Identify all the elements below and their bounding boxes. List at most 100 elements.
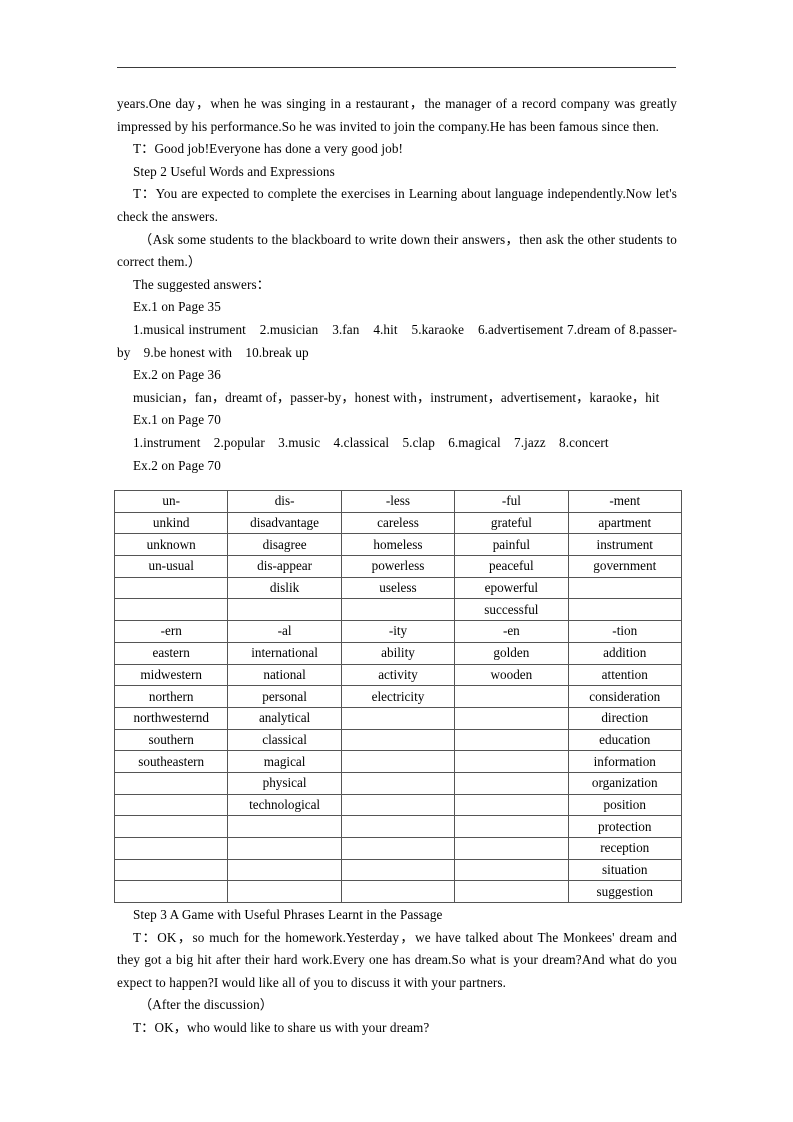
table-cell: -tion bbox=[567, 620, 682, 643]
table-cell: consideration bbox=[567, 685, 682, 708]
table-cell bbox=[113, 771, 229, 795]
table-cell: -en bbox=[454, 620, 569, 643]
table-cell: classical bbox=[227, 728, 342, 752]
table-cell: national bbox=[227, 663, 342, 687]
paragraph-teacher-good-job: T：Good job!Everyone has done a very good… bbox=[133, 141, 404, 157]
table-cell: golden bbox=[454, 641, 569, 665]
table-cell: dis- bbox=[227, 490, 342, 513]
word-formation-table: un-dis- -less -ful -ment unkind disadvantage c… bbox=[113, 490, 682, 904]
table-cell: addition bbox=[567, 641, 682, 665]
table-cell: instrument bbox=[567, 533, 682, 557]
table-cell bbox=[340, 793, 456, 817]
table-cell bbox=[113, 858, 229, 882]
table-cell: -ity bbox=[340, 620, 456, 643]
table-row: southern classical education bbox=[113, 728, 682, 752]
table-row: successful bbox=[113, 598, 682, 622]
paragraph-after-discussion: （After the discussion） bbox=[139, 997, 274, 1013]
paragraph-continued-narrative: years.One day，when he was singing in a r… bbox=[117, 96, 677, 134]
table-cell: electricity bbox=[340, 685, 456, 708]
table-row: physical organization bbox=[113, 771, 682, 795]
table-cell bbox=[113, 837, 229, 860]
table-cell: painful bbox=[454, 533, 569, 557]
table-cell: powerless bbox=[340, 555, 456, 578]
table-cell: useless bbox=[340, 576, 456, 600]
table-cell: activity bbox=[340, 663, 456, 687]
table-row: southeastern magical information bbox=[113, 750, 682, 773]
table-cell bbox=[340, 858, 456, 882]
table-cell bbox=[227, 858, 342, 882]
paragraph-ex2-page36-heading: Ex.2 on Page 36 bbox=[133, 367, 221, 383]
table-row: dislik useless epowerful bbox=[113, 576, 682, 600]
table-cell: disagree bbox=[227, 533, 342, 557]
table-cell: dislik bbox=[227, 576, 342, 600]
table-cell bbox=[454, 837, 569, 860]
table-cell: -ful bbox=[454, 490, 569, 513]
header-rule-divider bbox=[117, 67, 676, 68]
table-cell bbox=[567, 576, 682, 600]
table-row: unkind disadvantage careless grateful apartm… bbox=[113, 511, 682, 535]
table-cell: unknown bbox=[113, 533, 229, 557]
table-cell: ability bbox=[340, 641, 456, 665]
table-cell bbox=[340, 728, 456, 752]
table-cell: epowerful bbox=[454, 576, 569, 600]
table-row: un-dis- -less -ful -ment bbox=[113, 490, 682, 513]
table-cell: -al bbox=[227, 620, 342, 643]
table-cell: -less bbox=[340, 490, 456, 513]
document-body-top: years.One day，when he was singing in a r… bbox=[117, 93, 677, 477]
table-cell: wooden bbox=[454, 663, 569, 687]
table-cell: personal bbox=[227, 685, 342, 708]
table-cell: direction bbox=[567, 706, 682, 730]
table-cell bbox=[227, 880, 342, 904]
table-row: situation bbox=[113, 858, 682, 882]
table-cell: protection bbox=[567, 815, 682, 838]
paragraph-ex1-page70-heading: Ex.1 on Page 70 bbox=[133, 412, 221, 428]
table-cell: un-usual bbox=[113, 555, 229, 578]
table-cell: physical bbox=[227, 771, 342, 795]
table-cell: dis-appear bbox=[227, 555, 342, 578]
table-cell bbox=[454, 771, 569, 795]
paragraph-ask-students: （Ask some students to the blackboard to … bbox=[117, 231, 677, 270]
table-cell: successful bbox=[454, 598, 569, 622]
paragraph-teacher-expected: T：You are expected to complete the exerc… bbox=[117, 186, 677, 224]
table-cell bbox=[113, 598, 229, 622]
paragraph-ex1-page70-answers: 1.instrument 2.popular 3.music 4.classic… bbox=[133, 434, 609, 450]
table-row: northern personal electricity consideration bbox=[113, 685, 682, 708]
table-cell: southeastern bbox=[113, 750, 229, 773]
paragraph-ex1-page35-answers: 1.musical instrument 2.musician 3.fan 4.… bbox=[117, 321, 677, 360]
table-cell: peaceful bbox=[454, 555, 569, 578]
table-cell bbox=[454, 685, 569, 708]
table-cell bbox=[454, 793, 569, 817]
table-cell: reception bbox=[567, 837, 682, 860]
table-cell: government bbox=[567, 555, 682, 578]
table-cell: homeless bbox=[340, 533, 456, 557]
table-cell: midwestern bbox=[113, 663, 229, 687]
table-cell: un- bbox=[113, 490, 229, 513]
table-cell: education bbox=[567, 728, 682, 752]
table-cell: -ment bbox=[567, 490, 682, 513]
table-cell bbox=[340, 750, 456, 773]
table-cell bbox=[340, 815, 456, 838]
table-cell: unkind bbox=[113, 511, 229, 535]
table-cell bbox=[454, 706, 569, 730]
table-cell: technological bbox=[227, 793, 342, 817]
paragraph-suggested-answers: The suggested answers： bbox=[133, 276, 270, 292]
table-cell bbox=[454, 858, 569, 882]
table-cell bbox=[340, 771, 456, 795]
paragraph-ex1-page35-heading: Ex.1 on Page 35 bbox=[133, 299, 221, 315]
paragraph-ex2-page36-answers: musician，fan，dreamt of，passer-by，honest … bbox=[133, 389, 660, 405]
paragraph-teacher-share: T：OK，who would like to share us with you… bbox=[133, 1019, 430, 1035]
paragraph-step2-heading: Step 2 Useful Words and Expressions bbox=[133, 163, 335, 179]
table-cell: position bbox=[567, 793, 682, 817]
table-cell: organization bbox=[567, 771, 682, 795]
table-cell: international bbox=[227, 641, 342, 665]
table-cell bbox=[454, 880, 569, 904]
table-cell bbox=[454, 728, 569, 752]
table-cell bbox=[567, 598, 682, 622]
table-cell: magical bbox=[227, 750, 342, 773]
paragraph-step3-heading: Step 3 A Game with Useful Phrases Learnt… bbox=[133, 907, 443, 922]
table-row: technological position bbox=[113, 793, 682, 817]
table-cell bbox=[227, 598, 342, 622]
table-row: protection bbox=[113, 815, 682, 838]
table-cell bbox=[227, 815, 342, 838]
table-row: midwestern national activity wooden attentio… bbox=[113, 663, 682, 687]
